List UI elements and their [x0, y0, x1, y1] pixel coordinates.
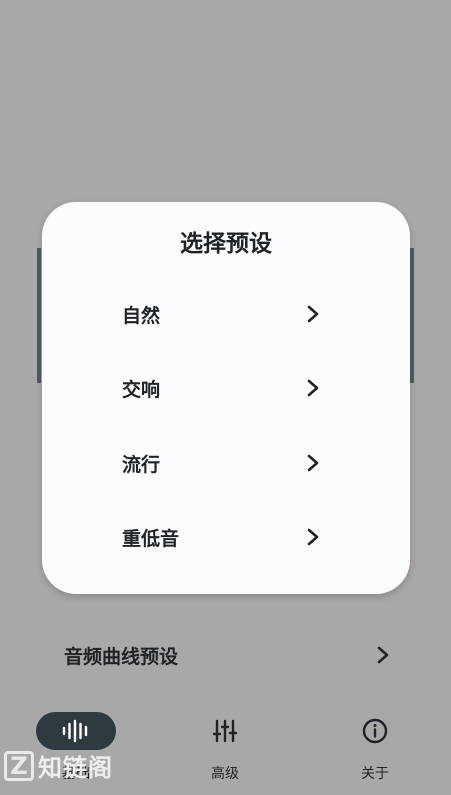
preset-option-natural[interactable]: 自然	[122, 289, 322, 339]
curve-preset-row[interactable]: 音频曲线预设	[42, 630, 392, 680]
background-panel-edge-right	[410, 248, 414, 383]
preset-option-bass[interactable]: 重低音	[122, 512, 322, 562]
preset-dialog: 选择预设 自然 交响 流行 重低音	[42, 202, 410, 594]
watermark-letter: Z	[4, 750, 34, 781]
waveform-icon	[62, 719, 88, 743]
nav-icon-wrap	[185, 712, 265, 750]
chevron-right-icon	[377, 646, 389, 664]
preset-option-pop[interactable]: 流行	[122, 438, 322, 488]
chevron-right-icon	[307, 379, 319, 397]
sliders-icon	[212, 719, 238, 743]
option-label: 流行	[122, 453, 161, 476]
chevron-right-icon	[307, 528, 319, 546]
nav-active-pill	[36, 712, 116, 750]
nav-tab-about[interactable]: 关于	[315, 712, 435, 792]
nav-icon-wrap	[335, 712, 415, 750]
chevron-right-icon	[307, 305, 319, 323]
watermark-logo: Z 知链阁	[4, 748, 113, 783]
watermark-text: 知链阁	[38, 754, 113, 782]
chevron-right-icon	[307, 454, 319, 472]
info-icon	[362, 718, 388, 744]
nav-label: 关于	[361, 766, 389, 782]
option-label: 自然	[122, 304, 161, 327]
dialog-title: 选择预设	[180, 231, 272, 257]
curve-preset-label: 音频曲线预设	[64, 645, 179, 668]
nav-label: 高级	[211, 766, 239, 782]
option-label: 重低音	[122, 527, 180, 550]
background-panel-edge-left	[37, 248, 41, 383]
preset-option-symphony[interactable]: 交响	[122, 363, 322, 413]
nav-tab-advanced[interactable]: 高级	[165, 712, 285, 792]
option-label: 交响	[122, 378, 161, 401]
